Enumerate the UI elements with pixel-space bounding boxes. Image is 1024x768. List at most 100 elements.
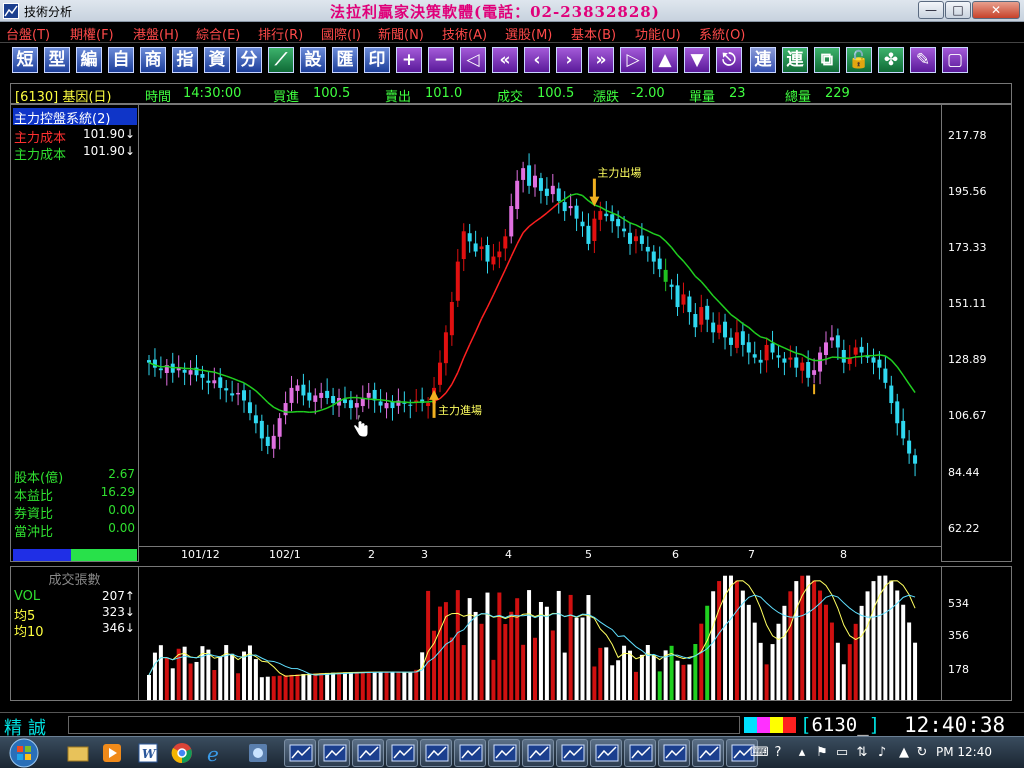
- volume-bar: [806, 575, 811, 700]
- fast-back-icon[interactable]: «: [492, 47, 518, 73]
- volume-chart[interactable]: [139, 566, 942, 701]
- close-button[interactable]: ✕: [972, 1, 1020, 19]
- internet-explorer-icon[interactable]: e: [204, 741, 228, 766]
- candle-body: [253, 415, 258, 424]
- menu-item-3[interactable]: 綜合(E): [196, 24, 240, 43]
- taskbar-window-button[interactable]: [658, 739, 690, 767]
- taskbar-window-button[interactable]: [488, 739, 520, 767]
- price-tick: 195.56: [948, 184, 987, 198]
- volume-bar: [491, 659, 496, 700]
- pen-icon[interactable]: ✎: [910, 47, 936, 73]
- stock-code-input[interactable]: [6130_]: [800, 714, 900, 736]
- chart-line-icon[interactable]: ⟋: [268, 47, 294, 73]
- back-icon[interactable]: ‹: [524, 47, 550, 73]
- data-icon[interactable]: 資: [204, 47, 230, 73]
- menu-item-8[interactable]: 選股(M): [505, 24, 552, 43]
- link-alt-icon[interactable]: 連: [782, 47, 808, 73]
- candle-body: [158, 368, 163, 371]
- taskbar-window-button[interactable]: [352, 739, 384, 767]
- price-chart[interactable]: 主力進場 主力出場: [139, 104, 942, 546]
- escape-icon[interactable]: ⎋: [716, 47, 742, 73]
- menu-item-10[interactable]: 功能(U): [635, 24, 681, 43]
- taskbar-window-button[interactable]: [386, 739, 418, 767]
- candle-body: [800, 362, 805, 371]
- candle-body: [859, 346, 864, 353]
- taskbar-window-button[interactable]: [692, 739, 724, 767]
- menu-item-0[interactable]: 台盤(T): [6, 24, 50, 43]
- deal-value: 100.5: [537, 86, 575, 101]
- menu-item-5[interactable]: 國際(I): [321, 24, 361, 43]
- taskbar-window-button[interactable]: [624, 739, 656, 767]
- volume-bar: [158, 645, 163, 700]
- candle-body: [592, 218, 597, 241]
- maximize-button[interactable]: □: [945, 1, 971, 19]
- menu-item-6[interactable]: 新聞(N): [378, 24, 424, 43]
- taskbar-window-button[interactable]: [284, 739, 316, 767]
- tray-monitor-icon[interactable]: ▭: [834, 745, 850, 761]
- cost-line-segment: [884, 355, 892, 361]
- menu-item-11[interactable]: 系統(O): [699, 24, 745, 43]
- start-button[interactable]: [4, 737, 44, 768]
- media-player-icon[interactable]: [100, 741, 124, 765]
- candle-body: [693, 314, 698, 328]
- keyboard-icon[interactable]: ⌨: [750, 745, 769, 761]
- fast-forward-icon[interactable]: »: [588, 47, 614, 73]
- zoom-out-icon[interactable]: −: [428, 47, 454, 73]
- edit-icon[interactable]: 編: [76, 47, 102, 73]
- cost-line-segment: [208, 370, 215, 373]
- app-launcher-icon[interactable]: [246, 741, 270, 765]
- custom-icon[interactable]: 自: [108, 47, 134, 73]
- tray-sync-icon[interactable]: ↻: [914, 745, 930, 761]
- taskbar-window-button[interactable]: [556, 739, 588, 767]
- volume-tick: 178: [948, 663, 969, 676]
- zoom-in-icon[interactable]: +: [396, 47, 422, 73]
- tray-network-icon[interactable]: ⇅: [854, 745, 870, 761]
- price-tick: 151.11: [948, 297, 987, 311]
- chrome-icon[interactable]: [170, 741, 194, 765]
- up-icon[interactable]: ▲: [652, 47, 678, 73]
- cost-line-segment: [879, 354, 886, 357]
- taskbar-window-button[interactable]: [420, 739, 452, 767]
- taskbar-window-button[interactable]: [590, 739, 622, 767]
- volume-bar: [378, 672, 383, 700]
- explorer-icon[interactable]: [66, 741, 90, 765]
- tray-drive-icon[interactable]: ▲: [896, 745, 912, 761]
- menu-item-7[interactable]: 技術(A): [442, 24, 487, 43]
- candle-body: [723, 321, 728, 338]
- commodity-icon[interactable]: 商: [140, 47, 166, 73]
- taskbar-window-button[interactable]: [454, 739, 486, 767]
- fan-icon[interactable]: ✤: [878, 47, 904, 73]
- forward-icon[interactable]: ›: [556, 47, 582, 73]
- tray-arrow-icon[interactable]: ▴: [794, 745, 810, 761]
- minute-icon[interactable]: 分: [236, 47, 262, 73]
- frame-icon[interactable]: ▢: [942, 47, 968, 73]
- print-icon[interactable]: 印: [364, 47, 390, 73]
- cost-line-segment: [706, 288, 714, 297]
- taskbar-window-button[interactable]: [318, 739, 350, 767]
- settings-icon[interactable]: 設: [300, 47, 326, 73]
- taskbar-clock[interactable]: PM 12:40: [936, 745, 992, 759]
- unlock-icon[interactable]: 🔓: [846, 47, 872, 73]
- word-icon[interactable]: W: [136, 741, 160, 765]
- volume-bar: [580, 617, 585, 700]
- volume-bar: [639, 654, 644, 700]
- last-icon[interactable]: ▷: [620, 47, 646, 73]
- menu-item-1[interactable]: 期權(F): [70, 24, 114, 43]
- link-icon[interactable]: 連: [750, 47, 776, 73]
- tray-flag-icon[interactable]: ⚑: [814, 745, 830, 761]
- help-icon[interactable]: ?: [770, 745, 786, 761]
- short-icon[interactable]: 短: [12, 47, 38, 73]
- menu-item-9[interactable]: 基本(B): [571, 24, 616, 43]
- system-selector[interactable]: 主力控盤系統(2): [13, 108, 137, 127]
- tray-volume-icon[interactable]: ♪: [874, 745, 890, 761]
- window-icon[interactable]: ⧉: [814, 47, 840, 73]
- menu-item-2[interactable]: 港盤(H): [133, 24, 179, 43]
- index-icon[interactable]: 指: [172, 47, 198, 73]
- down-icon[interactable]: ▼: [684, 47, 710, 73]
- export-icon[interactable]: 匯: [332, 47, 358, 73]
- first-icon[interactable]: ◁: [460, 47, 486, 73]
- menu-item-4[interactable]: 排行(R): [258, 24, 303, 43]
- taskbar-window-button[interactable]: [522, 739, 554, 767]
- minimize-button[interactable]: —: [918, 1, 944, 19]
- pattern-icon[interactable]: 型: [44, 47, 70, 73]
